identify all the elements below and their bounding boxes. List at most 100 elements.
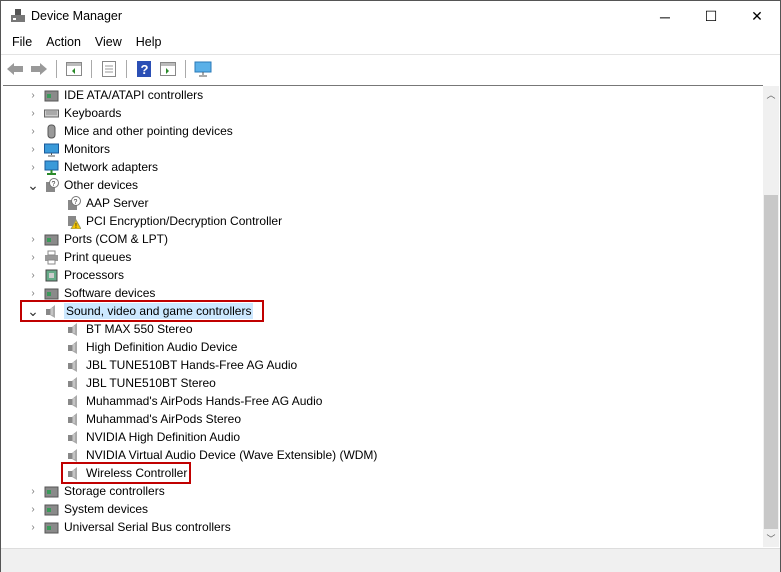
chevron-right-icon[interactable]: › — [27, 522, 39, 533]
tree-item-label: Ports (COM & LPT) — [64, 232, 169, 246]
tree-category[interactable]: › Mice and other pointing devices — [27, 122, 233, 140]
chevron-right-icon[interactable]: › — [27, 144, 39, 155]
toolbar-separator — [91, 59, 92, 78]
speaker-icon — [66, 358, 81, 373]
tree-category[interactable]: › Monitors — [27, 140, 110, 158]
usb-icon — [44, 520, 59, 535]
tree-category[interactable]: › Network adapters — [27, 158, 158, 176]
tree-item-label: IDE ATA/ATAPI controllers — [64, 88, 204, 102]
status-bar — [1, 548, 780, 572]
device-tree: › IDE ATA/ATAPI controllers › Keyboards › Mic… — [3, 85, 763, 547]
tree-item-label: Storage controllers — [64, 484, 165, 498]
action-pane-icon[interactable] — [158, 59, 178, 79]
network-icon — [44, 160, 59, 175]
chevron-right-icon[interactable]: › — [27, 270, 39, 281]
tree-item[interactable]: Muhammad's AirPods Stereo — [49, 410, 241, 428]
tree-item-label: Network adapters — [64, 160, 159, 174]
tree-category[interactable]: › Universal Serial Bus controllers — [27, 518, 230, 536]
tree-item-label: AAP Server — [86, 196, 149, 210]
chevron-right-icon[interactable]: › — [27, 90, 39, 101]
scan-hardware-icon[interactable] — [193, 59, 213, 79]
chevron-right-icon[interactable]: › — [27, 288, 39, 299]
tree-item-label: Other devices — [64, 178, 139, 192]
warning-device-icon: ! — [66, 214, 82, 230]
tree-item-label: Keyboards — [64, 106, 122, 120]
storage-icon — [44, 484, 59, 499]
properties-icon[interactable] — [99, 59, 119, 79]
close-button[interactable]: ✕ — [734, 1, 780, 32]
speaker-icon — [66, 394, 81, 409]
tree-item[interactable]: Muhammad's AirPods Hands-Free AG Audio — [49, 392, 322, 410]
svg-text:?: ? — [141, 62, 149, 77]
svg-text:?: ? — [74, 199, 78, 206]
window-title: Device Manager — [31, 9, 123, 23]
tree-item-label: Muhammad's AirPods Stereo — [86, 412, 242, 426]
chevron-right-icon[interactable]: › — [27, 504, 39, 515]
chevron-right-icon[interactable]: › — [27, 252, 39, 263]
tree-item-label: NVIDIA Virtual Audio Device (Wave Extens… — [86, 448, 378, 462]
unknown-device-icon: ? — [44, 177, 59, 193]
tree-item[interactable]: NVIDIA High Definition Audio — [49, 428, 240, 446]
speaker-icon — [66, 430, 81, 445]
system-icon — [44, 502, 59, 517]
tree-category[interactable]: › System devices — [27, 500, 148, 518]
title-bar: Device Manager ─ ☐ ✕ — [1, 1, 780, 32]
highlight-box — [20, 300, 264, 322]
tree-item[interactable]: High Definition Audio Device — [49, 338, 237, 356]
tree-category[interactable]: › Storage controllers — [27, 482, 165, 500]
toolbar-separator — [185, 59, 186, 78]
back-icon[interactable] — [5, 59, 25, 79]
tree-item[interactable]: BT MAX 550 Stereo — [49, 320, 193, 338]
chevron-right-icon[interactable]: › — [27, 126, 39, 137]
chevron-right-icon[interactable]: › — [27, 486, 39, 497]
tree-item-label: Print queues — [64, 250, 132, 264]
speaker-icon — [66, 412, 81, 427]
forward-icon[interactable] — [29, 59, 49, 79]
maximize-button[interactable]: ☐ — [688, 1, 734, 32]
tree-item[interactable]: ? AAP Server — [49, 194, 148, 212]
scrollbar-thumb[interactable] — [764, 195, 778, 529]
speaker-icon — [66, 322, 81, 337]
scroll-down-icon[interactable]: ﹀ — [763, 532, 779, 545]
tree-category[interactable]: › IDE ATA/ATAPI controllers — [27, 86, 203, 104]
chevron-down-icon[interactable]: ⌄ — [27, 178, 39, 192]
highlight-box — [61, 462, 191, 484]
menu-file[interactable]: File — [5, 32, 39, 54]
menu-help[interactable]: Help — [129, 32, 169, 54]
tree-item[interactable]: JBL TUNE510BT Hands-Free AG Audio — [49, 356, 297, 374]
vertical-scrollbar[interactable]: ︿ ﹀ — [763, 86, 779, 547]
help-icon[interactable]: ? — [134, 59, 154, 79]
svg-text:!: ! — [75, 223, 77, 229]
software-icon — [44, 286, 59, 301]
tree-item-label: Muhammad's AirPods Hands-Free AG Audio — [86, 394, 323, 408]
tree-category[interactable]: › Keyboards — [27, 104, 121, 122]
tree-item[interactable]: ! PCI Encryption/Decryption Controller — [49, 212, 282, 230]
printer-icon — [44, 250, 59, 265]
tree-category[interactable]: ⌄? Other devices — [27, 176, 138, 194]
speaker-icon — [66, 376, 81, 391]
unknown-device-icon: ? — [66, 195, 81, 211]
show-hide-console-tree-icon[interactable] — [64, 59, 84, 79]
svg-text:?: ? — [52, 181, 56, 188]
chevron-right-icon[interactable]: › — [27, 162, 39, 173]
chevron-right-icon[interactable]: › — [27, 108, 39, 119]
toolbar: ? — [1, 54, 780, 82]
tree-category[interactable]: › Ports (COM & LPT) — [27, 230, 168, 248]
speaker-icon — [66, 340, 81, 355]
toolbar-separator — [126, 59, 127, 78]
tree-item[interactable]: JBL TUNE510BT Stereo — [49, 374, 216, 392]
tree-item-label: JBL TUNE510BT Hands-Free AG Audio — [86, 358, 298, 372]
toolbar-separator — [56, 59, 57, 78]
chevron-right-icon[interactable]: › — [27, 234, 39, 245]
minimize-button[interactable]: ─ — [642, 1, 688, 32]
scroll-up-icon[interactable]: ︿ — [763, 88, 779, 101]
menu-action[interactable]: Action — [39, 32, 88, 54]
tree-category[interactable]: › Processors — [27, 266, 124, 284]
tree-item-label: PCI Encryption/Decryption Controller — [86, 214, 283, 228]
tree-category[interactable]: › Print queues — [27, 248, 131, 266]
ide-icon — [44, 88, 59, 103]
tree-item-label: High Definition Audio Device — [86, 340, 238, 354]
tree-item-label: System devices — [64, 502, 149, 516]
menu-view[interactable]: View — [88, 32, 129, 54]
speaker-icon — [66, 448, 81, 463]
